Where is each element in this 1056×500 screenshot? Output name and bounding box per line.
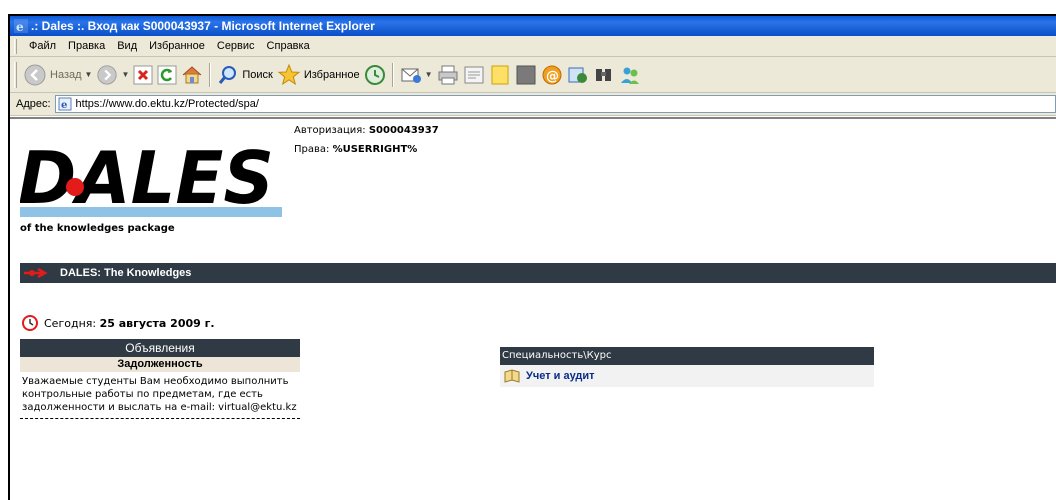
chevron-down-icon[interactable]: ▼ — [121, 70, 129, 79]
address-bar: Адрес: e https://www.do.ektu.kz/Protecte… — [10, 93, 1056, 116]
menu-grip — [14, 38, 17, 54]
address-label: Адрес: — [16, 98, 51, 110]
stop-button[interactable] — [133, 65, 153, 85]
print-button[interactable] — [437, 64, 459, 86]
course-name[interactable]: Учет и аудит — [526, 370, 595, 382]
at-sign-icon: @ — [542, 65, 562, 84]
menu-edit[interactable]: Правка — [62, 40, 111, 52]
favorites-label: Избранное — [303, 68, 360, 81]
people-icon — [620, 67, 639, 84]
refresh-icon — [157, 65, 177, 84]
auth-row: Авторизация: S000043937 — [294, 125, 439, 136]
gray-square-button[interactable] — [515, 64, 537, 86]
mail-button[interactable]: ▼ — [400, 64, 433, 86]
book-icon — [504, 369, 520, 383]
announcements-subtitle: Задолженность — [20, 357, 300, 372]
notes-button[interactable] — [489, 64, 511, 86]
chevron-down-icon[interactable]: ▼ — [425, 70, 433, 79]
course-link[interactable]: Учет и аудит — [500, 365, 874, 387]
announcements-title: Объявления — [20, 339, 300, 357]
square-icon — [516, 65, 536, 84]
clock-icon — [22, 315, 38, 331]
toolbar-separator — [391, 62, 394, 87]
at-button[interactable]: @ — [541, 64, 563, 86]
svg-text:e: e — [16, 20, 24, 33]
favorites-button[interactable]: Избранное — [277, 63, 360, 87]
menu-bar: Файл Правка Вид Избранное Сервис Справка — [10, 36, 1056, 57]
contacts-button[interactable] — [619, 64, 641, 86]
stop-icon — [133, 65, 153, 84]
rights-row: Права: %USERRIGHT% — [294, 144, 439, 155]
section-banner: DALES: The Knowledges — [20, 263, 1056, 283]
search-button[interactable]: Поиск — [217, 64, 273, 86]
auth-block: Авторизация: S000043937 Права: %USERRIGH… — [294, 125, 439, 163]
logo-subtitle: of the knowledges package — [20, 223, 175, 234]
edit-button[interactable] — [463, 64, 485, 86]
back-label: Назад — [50, 68, 82, 81]
back-arrow-icon — [24, 64, 46, 85]
home-icon — [183, 65, 202, 83]
search-label: Поиск — [242, 68, 273, 81]
ie-icon: e — [14, 19, 28, 33]
binoculars-icon — [595, 68, 611, 81]
forward-button[interactable]: ▼ — [96, 64, 129, 86]
page-icon: e — [58, 97, 72, 111]
history-button[interactable] — [364, 64, 386, 86]
web-page: DALES of the knowledges package Авториза… — [10, 117, 1056, 500]
forward-arrow-icon — [97, 64, 118, 85]
red-arrow-icon — [24, 268, 48, 278]
chevron-down-icon[interactable]: ▼ — [85, 70, 93, 79]
research-icon — [568, 67, 587, 83]
edit-page-icon — [464, 66, 484, 83]
title-bar: e .: Dales :. Вход как S000043937 - Micr… — [10, 16, 1056, 36]
menu-tools[interactable]: Сервис — [211, 40, 261, 52]
dales-logo: DALES — [18, 125, 282, 225]
rights-value: %USERRIGHT% — [332, 144, 418, 155]
toolbar: Назад ▼ ▼ Поиск Избранное ▼ @ — [10, 57, 1056, 93]
announcements-panel: Объявления Задолженность Уважаемые студе… — [20, 339, 300, 419]
address-url: https://www.do.ektu.kz/Protected/spa/ — [75, 98, 259, 110]
rights-label: Права: — [294, 144, 330, 155]
auth-value: S000043937 — [368, 125, 439, 136]
history-icon — [364, 64, 385, 85]
specialty-header: Специальность\Курс — [500, 347, 874, 365]
messenger-button[interactable] — [593, 64, 615, 86]
star-icon — [277, 63, 301, 85]
menu-file[interactable]: Файл — [23, 40, 62, 52]
specialty-panel: Специальность\Курс Учет и аудит — [500, 347, 874, 387]
window-title: .: Dales :. Вход как S000043937 - Micros… — [31, 19, 375, 33]
sticky-note-icon — [491, 65, 509, 84]
address-input[interactable]: e https://www.do.ektu.kz/Protected/spa/ — [54, 95, 1056, 113]
today-line: Сегодня: 25 августа 2009 г. — [22, 315, 215, 331]
browser-window: e .: Dales :. Вход как S000043937 - Micr… — [8, 14, 1056, 500]
menu-favorites[interactable]: Избранное — [143, 40, 211, 52]
toolbar-grip — [14, 61, 17, 88]
search-icon — [219, 65, 237, 84]
auth-label: Авторизация: — [294, 125, 366, 136]
research-button[interactable] — [567, 64, 589, 86]
svg-text:e: e — [61, 100, 67, 111]
today-label: Сегодня: — [44, 316, 97, 330]
announcements-body: Уважаемые студенты Вам необходимо выполн… — [20, 372, 300, 419]
toolbar-separator — [209, 62, 212, 87]
refresh-button[interactable] — [157, 65, 177, 85]
svg-text:@: @ — [546, 69, 559, 84]
back-button[interactable]: Назад ▼ — [23, 63, 92, 87]
home-button[interactable] — [181, 64, 203, 86]
today-date: 25 августа 2009 г. — [99, 316, 215, 330]
banner-text: DALES: The Knowledges — [60, 267, 192, 279]
menu-help[interactable]: Справка — [261, 40, 316, 52]
printer-icon — [438, 65, 458, 84]
mail-icon — [401, 68, 421, 83]
menu-view[interactable]: Вид — [111, 40, 143, 52]
